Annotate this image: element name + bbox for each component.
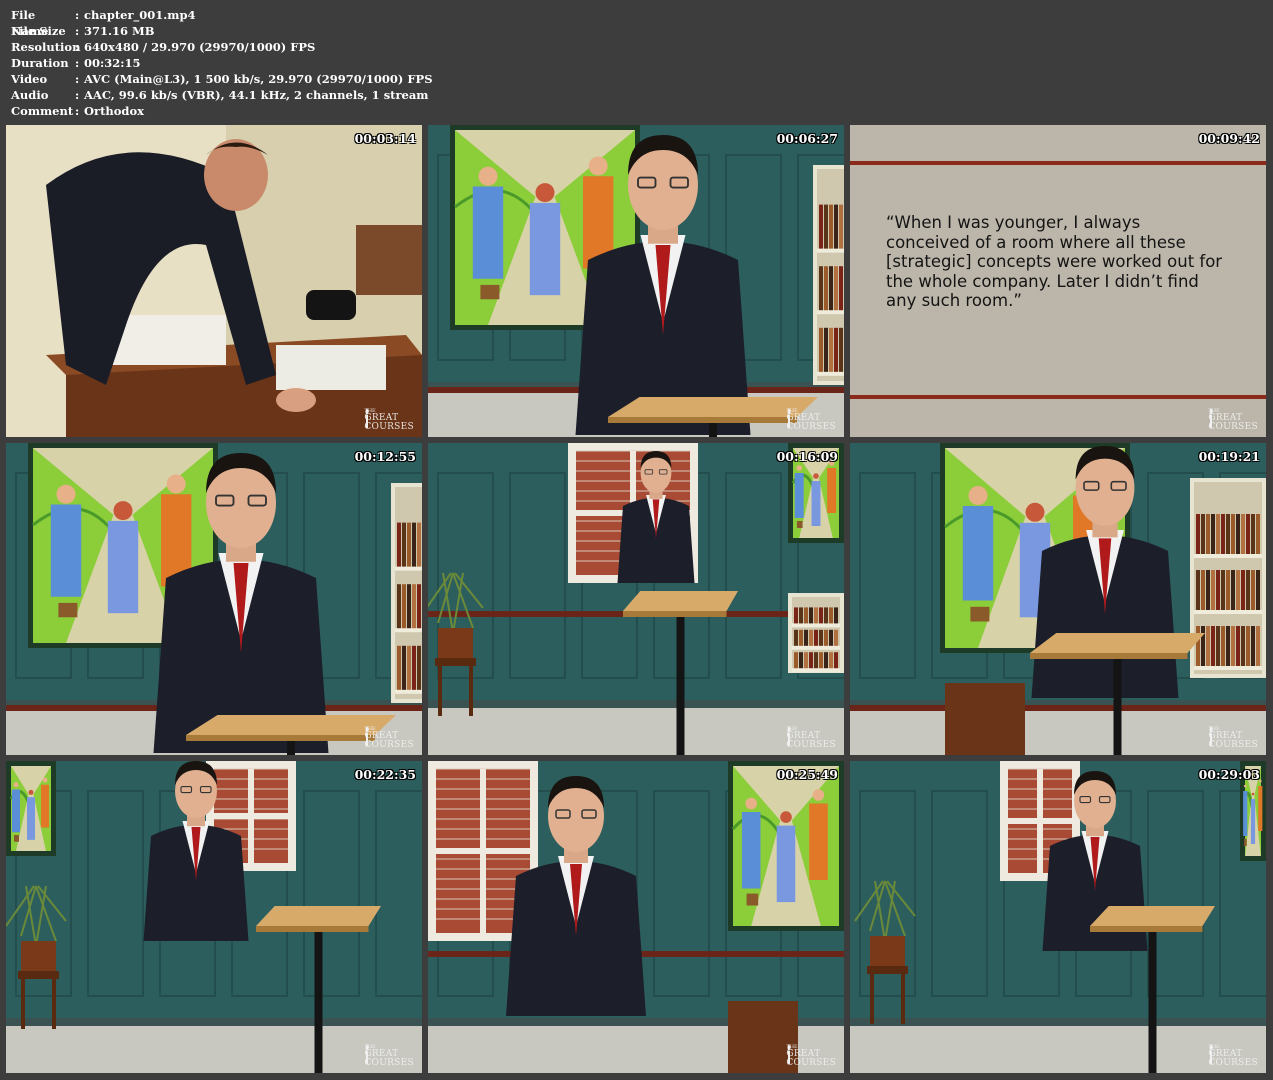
info-value: AVC (Main@L3), 1 500 kb/s, 29.970 (29970… <box>84 72 433 86</box>
thumbnail-frame[interactable]: 00:29:03 THE GREAT COURSES <box>850 761 1266 1073</box>
great-courses-logo: THE GREAT COURSES <box>364 1044 414 1068</box>
frame-timestamp: 00:06:27 <box>776 131 838 146</box>
logo-line2: COURSES <box>364 422 414 432</box>
logo-line2: COURSES <box>786 422 836 432</box>
info-value: 00:32:15 <box>84 56 141 70</box>
info-row: Audio: AAC, 99.6 kb/s (VBR), 44.1 kHz, 2 … <box>11 87 433 103</box>
logo-line2: COURSES <box>364 1058 414 1068</box>
info-sep: : <box>75 72 80 86</box>
info-key: File Name <box>11 8 49 38</box>
info-sep: : <box>75 88 80 102</box>
logo-line2: COURSES <box>786 1058 836 1068</box>
info-sep: : <box>75 104 80 118</box>
info-key: Comment <box>11 104 74 118</box>
info-key: Video <box>11 72 48 86</box>
great-courses-logo: THE GREAT COURSES <box>1208 726 1258 750</box>
info-value: 371.16 MB <box>84 24 155 38</box>
great-courses-logo: THE GREAT COURSES <box>786 1044 836 1068</box>
quote-text: “When I was younger, I always conceived … <box>886 213 1223 310</box>
thumbnail-frame[interactable]: 00:19:21 THE GREAT COURSES <box>850 443 1266 755</box>
info-key: File Size <box>11 24 66 38</box>
thumbnail-frame[interactable]: 00:25:49 THE GREAT COURSES <box>428 761 844 1073</box>
logo-line2: COURSES <box>786 740 836 750</box>
info-value: chapter_001.mp4 <box>84 8 196 22</box>
info-row: Video: AVC (Main@L3), 1 500 kb/s, 29.970 … <box>11 71 433 87</box>
frame-timestamp: 00:29:03 <box>1198 767 1260 782</box>
info-value: Orthodox <box>84 104 144 118</box>
info-key: Resolution <box>11 40 81 54</box>
info-row: Resolution:640x480 / 29.970 (29970/1000)… <box>11 39 433 55</box>
frame-timestamp: 00:12:55 <box>354 449 416 464</box>
frame-timestamp: 00:16:09 <box>776 449 838 464</box>
thumbnail-frame[interactable]: 00:16:09 THE GREAT COURSES <box>428 443 844 755</box>
info-row: File Name: chapter_001.mp4 <box>11 7 433 38</box>
info-key: Audio <box>11 88 49 102</box>
frame-timestamp: 00:25:49 <box>776 767 838 782</box>
logo-line2: COURSES <box>1208 422 1258 432</box>
logo-line2: COURSES <box>364 740 414 750</box>
info-sep: : <box>75 24 80 38</box>
info-value: AAC, 99.6 kb/s (VBR), 44.1 kHz, 2 channe… <box>84 88 429 102</box>
file-info-panel: File Name: chapter_001.mp4 File Size:371.… <box>11 7 433 119</box>
great-courses-logo: THE GREAT COURSES <box>786 726 836 750</box>
thumbnail-frame[interactable]: 00:22:35 THE GREAT COURSES <box>6 761 422 1073</box>
great-courses-logo: THE GREAT COURSES <box>786 408 836 432</box>
frame-timestamp: 00:09:42 <box>1198 131 1260 146</box>
great-courses-logo: THE GREAT COURSES <box>1208 408 1258 432</box>
frame-timestamp: 00:03:14 <box>354 131 416 146</box>
logo-line2: COURSES <box>1208 1058 1258 1068</box>
thumbnail-frame[interactable]: 00:12:55 THE GREAT COURSES <box>6 443 422 755</box>
logo-line2: COURSES <box>1208 740 1258 750</box>
info-row: Comment: Orthodox <box>11 103 433 119</box>
frame-timestamp: 00:19:21 <box>1198 449 1260 464</box>
info-sep: : <box>75 56 80 70</box>
info-sep: : <box>75 8 80 22</box>
great-courses-logo: THE GREAT COURSES <box>364 726 414 750</box>
info-sep: : <box>75 40 80 54</box>
info-row: File Size:371.16 MB <box>11 23 433 39</box>
great-courses-logo: THE GREAT COURSES <box>364 408 414 432</box>
great-courses-logo: THE GREAT COURSES <box>1208 1044 1258 1068</box>
info-row: Duration:00:32:15 <box>11 55 433 71</box>
thumbnail-frame[interactable]: 00:03:14 THE GREAT COURSES <box>6 125 422 437</box>
info-value: 640x480 / 29.970 (29970/1000) FPS <box>84 40 316 54</box>
frame-timestamp: 00:22:35 <box>354 767 416 782</box>
thumbnail-frame[interactable]: 00:06:27 THE GREAT COURSES <box>428 125 844 437</box>
info-key: Duration <box>11 56 69 70</box>
thumbnail-frame[interactable]: “When I was younger, I always conceived … <box>850 125 1266 437</box>
